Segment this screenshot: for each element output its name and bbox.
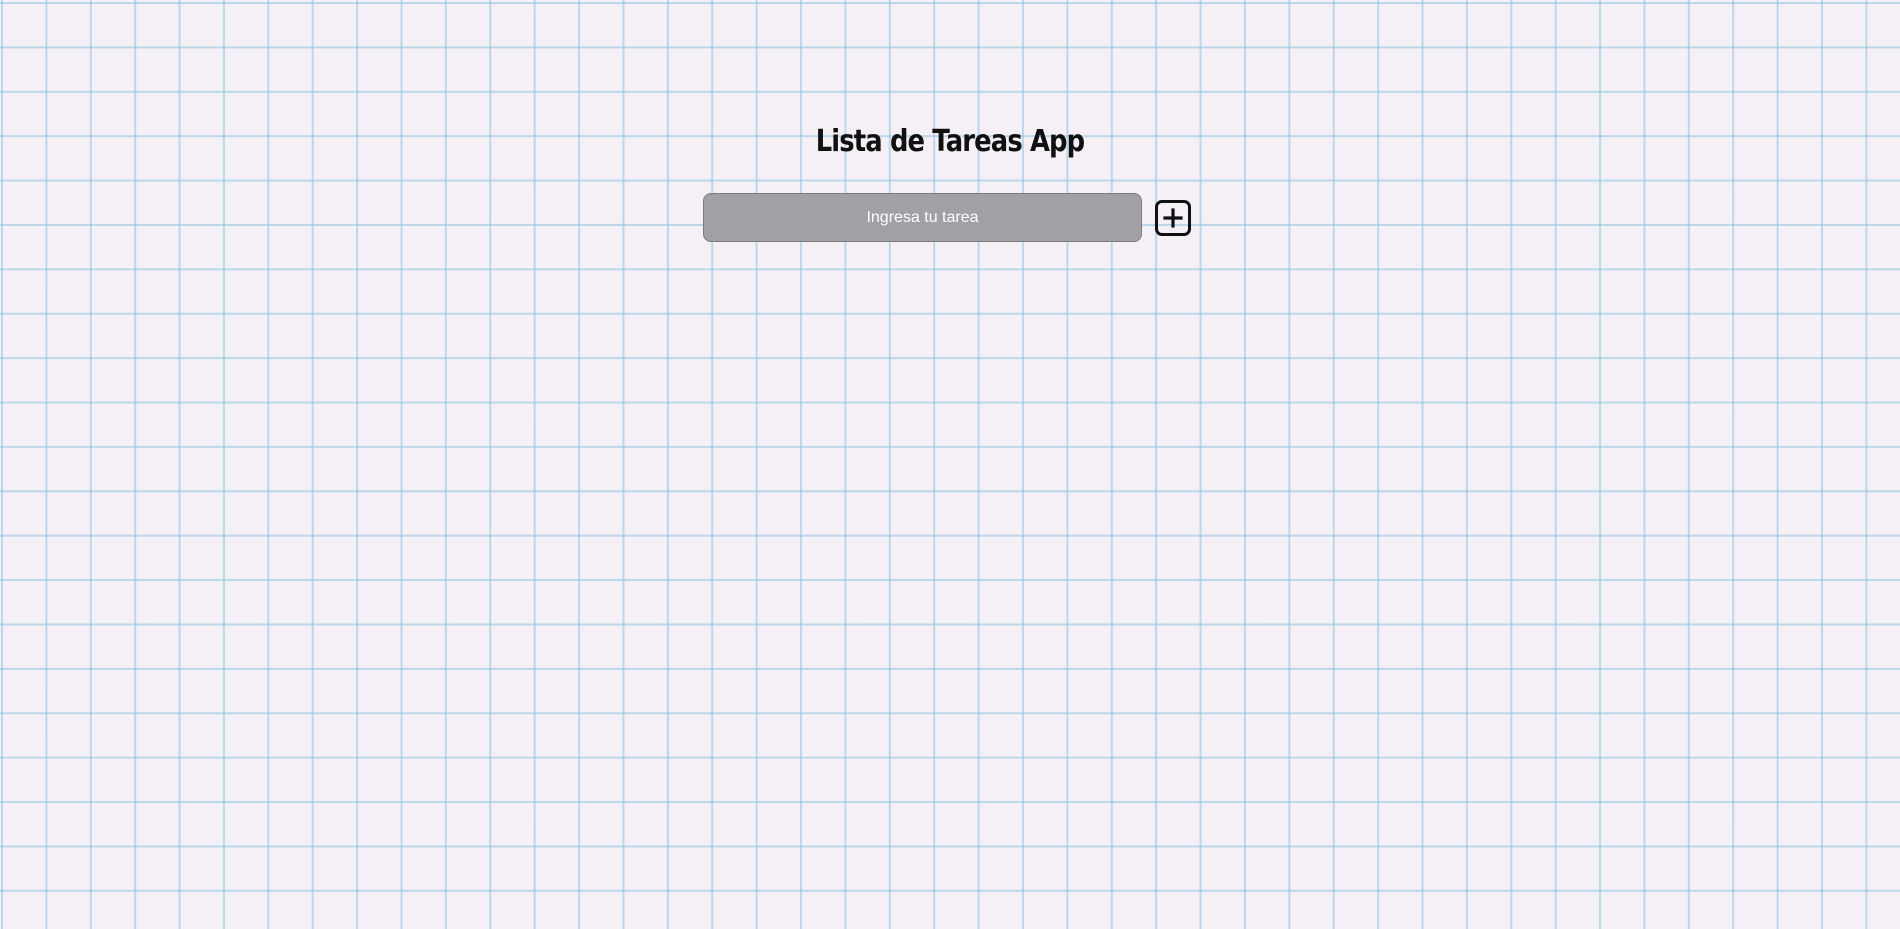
task-input[interactable] [703,193,1142,242]
todo-app: Lista de Tareas App [0,0,1900,929]
page-title: Lista de Tareas App [815,124,1085,159]
plus-icon [1163,208,1183,228]
add-task-button[interactable] [1155,200,1191,236]
